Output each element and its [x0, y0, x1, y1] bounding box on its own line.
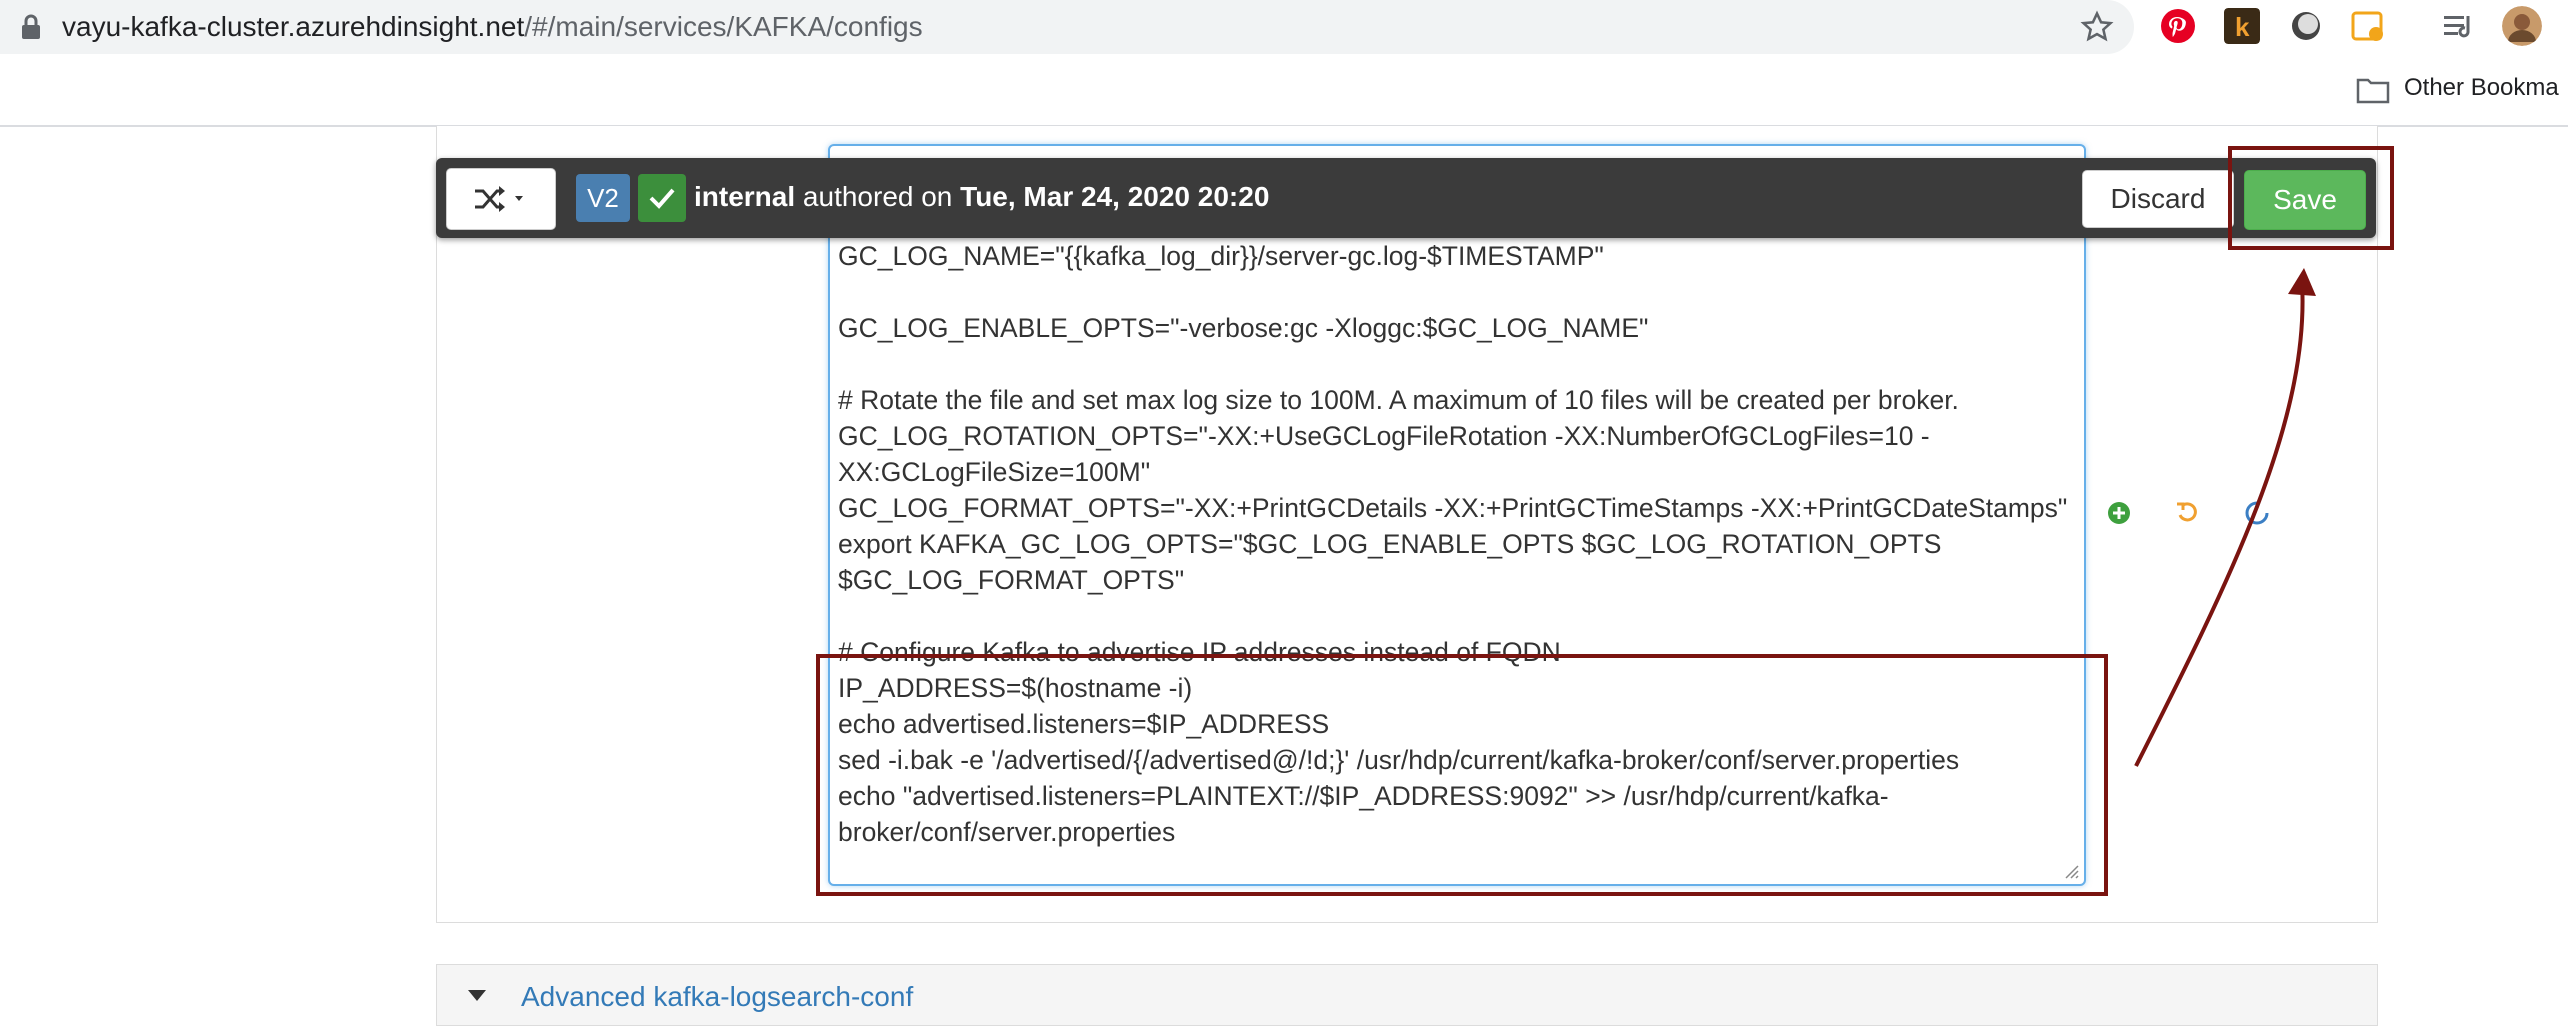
- caret-down-icon: [468, 990, 486, 1001]
- section-title: Advanced kafka-logsearch-conf: [521, 981, 914, 1012]
- advanced-kafka-logsearch-conf-section[interactable]: Advanced kafka-logsearch-conf: [436, 964, 2378, 1026]
- annotation-arrow: [2134, 268, 2316, 767]
